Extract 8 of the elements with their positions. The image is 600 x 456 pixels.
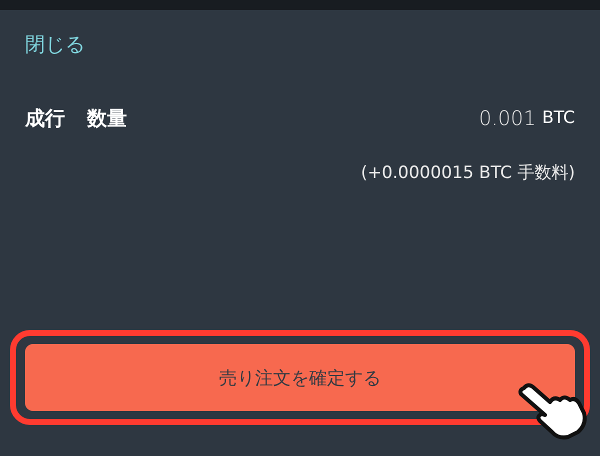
fee-text: (+0.0000015 BTC 手数料) — [360, 162, 575, 185]
close-link[interactable]: 閉じる — [25, 30, 85, 58]
quantity-label: 数量 — [87, 104, 127, 132]
order-type-label: 成行 — [25, 104, 65, 132]
currency-unit: BTC — [542, 108, 575, 128]
confirm-sell-order-button[interactable]: 売り注文を確定する — [25, 344, 575, 411]
amount-value: 0.001 — [478, 106, 536, 130]
hand-pointer-icon — [516, 380, 588, 440]
